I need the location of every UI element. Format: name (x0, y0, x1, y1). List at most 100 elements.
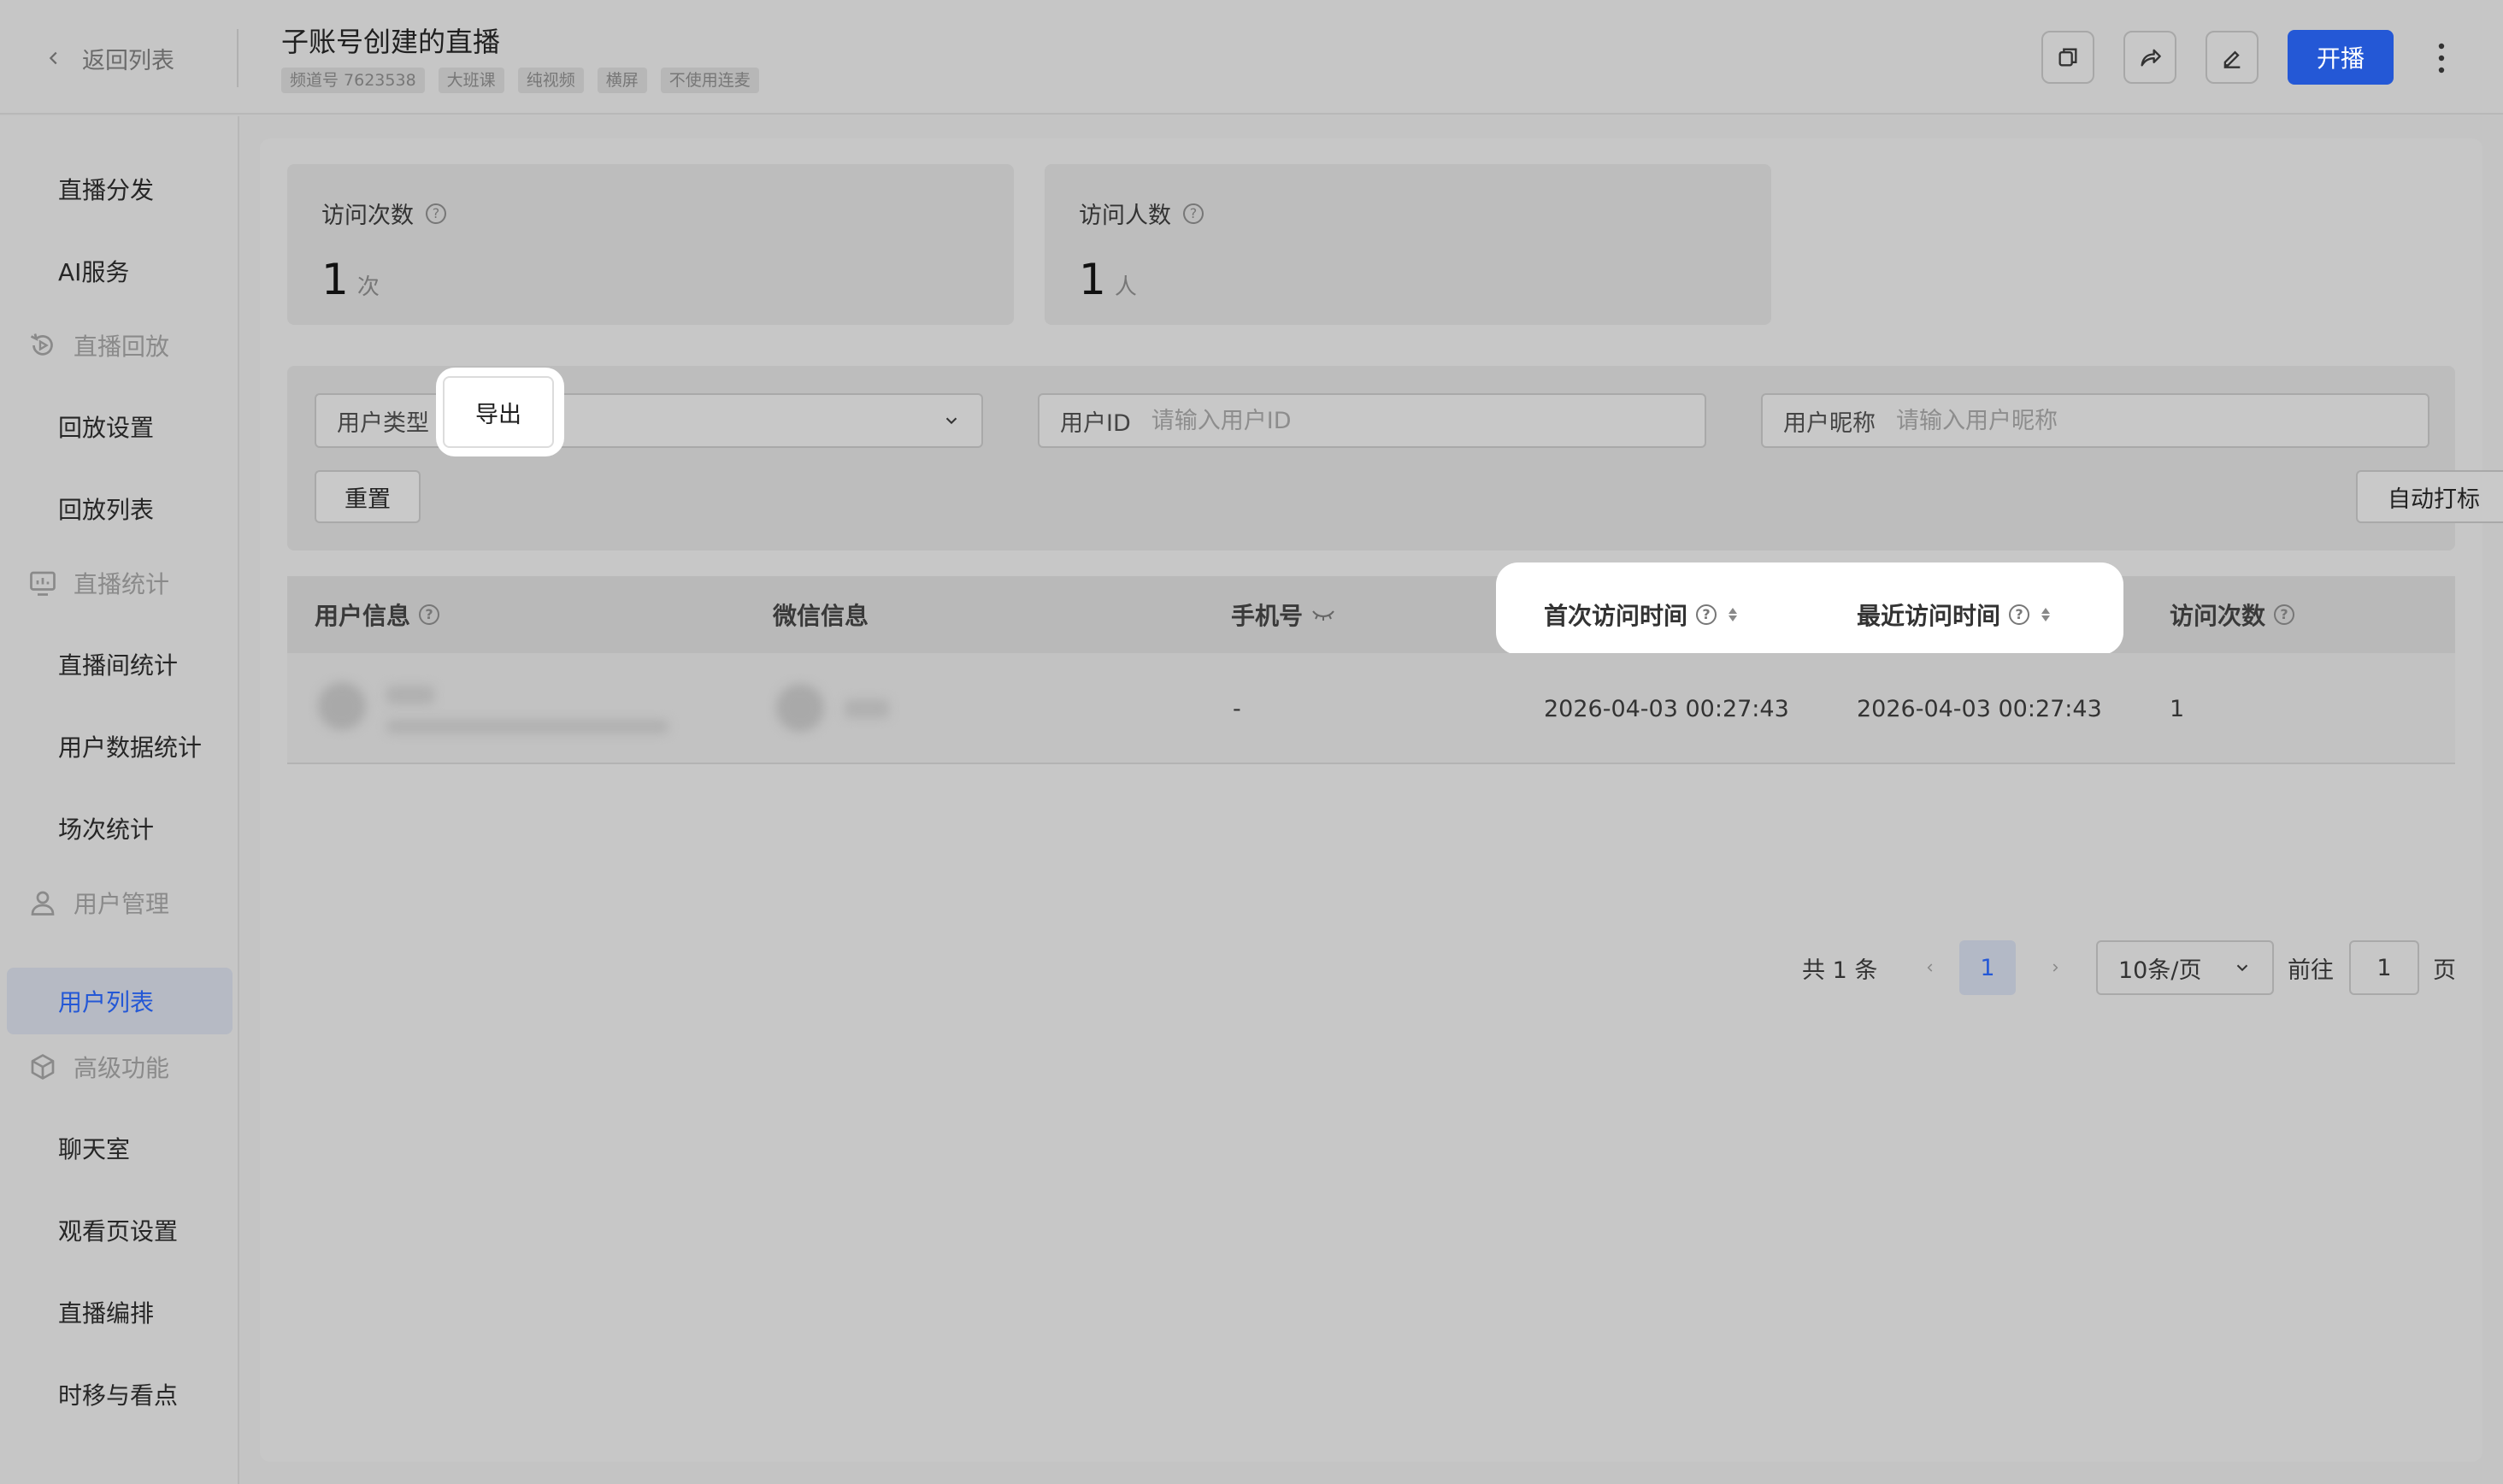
prev-page-button[interactable] (1913, 940, 1947, 995)
main-content: 访问次数 ? 1 次 访问人数 ? 1 人 用户类型 全部 (260, 138, 2503, 1462)
tag-mic-link: 不使用连麦 (660, 68, 759, 93)
edit-icon (2223, 50, 2241, 68)
auto-tag-button[interactable]: 自动打标 (2356, 470, 2503, 523)
eye-closed-icon[interactable] (1311, 608, 1335, 621)
chevron-right-icon (2052, 963, 2058, 972)
replay-icon (30, 333, 53, 356)
share-button[interactable] (2123, 31, 2176, 84)
chevron-down-icon (2236, 964, 2248, 972)
sidebar-group-replay[interactable]: 直播回放 (27, 320, 169, 371)
stat-visitors-label: 访问人数 (1079, 203, 1171, 229)
avatar (318, 682, 366, 730)
stat-value: 1 人 (1079, 255, 1137, 304)
user-id-input[interactable] (1151, 407, 1684, 434)
blurred-user-id (386, 720, 668, 733)
more-button[interactable] (2424, 34, 2459, 82)
edit-button[interactable] (2206, 31, 2259, 84)
header-divider (237, 29, 239, 87)
page-size-select[interactable]: 10条/页 (2096, 940, 2274, 995)
column-label: 访问次数 (2170, 602, 2266, 630)
chevron-left-icon (1927, 963, 1933, 972)
goto-page-input[interactable]: 1 (2349, 940, 2419, 995)
sidebar-group-statistics[interactable]: 直播统计 (27, 557, 169, 609)
user-id-field: 用户ID (1038, 393, 1706, 448)
column-label: 用户信息 (315, 602, 411, 630)
user-icon (31, 891, 55, 916)
column-visit-count: 访问次数 ? (2170, 576, 2295, 653)
help-icon[interactable]: ? (2274, 604, 2295, 625)
nickname-input[interactable] (1896, 407, 2407, 434)
chevron-left-icon (49, 51, 57, 65)
cell-first-visit: 2026-04-03 00:27:43 (1544, 695, 1789, 722)
sidebar-item-ai-service[interactable]: AI服务 (7, 238, 233, 304)
stat-visits-value: 1 (321, 255, 349, 304)
app-root: 返回列表 子账号创建的直播 频道号 7623538 大班课 纯视频 横屏 不使用… (0, 0, 2503, 1484)
sidebar-item-replay-list[interactable]: 回放列表 (7, 475, 233, 542)
stat-card-visitors: 访问人数 ? 1 人 (1045, 164, 1771, 325)
stat-value: 1 次 (321, 255, 380, 304)
help-icon[interactable]: ? (1183, 203, 1204, 224)
reset-button[interactable]: 重置 (315, 470, 421, 523)
table-row[interactable]: - 2026-04-03 00:27:43 2026-04-03 00:27:4… (287, 653, 2455, 764)
stat-visitors-unit: 人 (1114, 274, 1137, 300)
sidebar-group-user-management[interactable]: 用户管理 (27, 877, 169, 928)
blurred-wechat-name (845, 699, 889, 718)
sort-icon[interactable] (1729, 608, 1738, 621)
sidebar-item-viewer-page-settings[interactable]: 观看页设置 (7, 1197, 233, 1263)
back-to-list-link[interactable]: 返回列表 (44, 38, 174, 79)
sidebar-item-timeshift-highlights[interactable]: 时移与看点 (7, 1361, 233, 1428)
sidebar-item-replay-settings[interactable]: 回放设置 (7, 393, 233, 460)
user-type-select[interactable]: 用户类型 全部 (315, 393, 983, 448)
page-1-button[interactable]: 1 (1959, 940, 2016, 995)
stat-card-visits: 访问次数 ? 1 次 (287, 164, 1014, 325)
export-button[interactable]: 导出 (443, 376, 554, 448)
page-title: 子账号创建的直播 (281, 26, 501, 58)
sidebar-item-chatroom[interactable]: 聊天室 (7, 1115, 233, 1181)
sidebar-group-advanced[interactable]: 高级功能 (27, 1041, 169, 1092)
stat-label: 访问人数 ? (1079, 197, 1204, 230)
tag-class-type: 大班课 (438, 68, 504, 93)
tag-video-type: 纯视频 (517, 68, 584, 93)
sidebar-item-room-stats[interactable]: 直播间统计 (7, 631, 233, 698)
sort-icon[interactable] (2041, 608, 2051, 621)
start-live-button[interactable]: 开播 (2288, 30, 2394, 85)
help-icon[interactable]: ? (1696, 604, 1717, 625)
table-header (287, 576, 2455, 653)
stat-label: 访问次数 ? (321, 197, 446, 230)
next-page-button[interactable] (2038, 940, 2072, 995)
help-icon[interactable]: ? (426, 203, 446, 224)
nickname-field: 用户昵称 (1761, 393, 2429, 448)
sidebar-item-session-stats[interactable]: 场次统计 (7, 795, 233, 862)
pagination-total: 共 1 条 (1802, 957, 1878, 984)
page-size-value: 10条/页 (2118, 957, 2202, 984)
sidebar-group-label: 用户管理 (74, 890, 170, 918)
column-label: 最近访问时间 (1857, 602, 2001, 630)
sidebar-group-label: 高级功能 (74, 1054, 170, 1082)
copy-button[interactable] (2041, 31, 2094, 84)
column-last-visit[interactable]: 最近访问时间 ? (1857, 576, 2051, 653)
sidebar-item-user-list[interactable]: 用户列表 (7, 968, 233, 1034)
tag-channel-id: 频道号 7623538 (281, 68, 425, 93)
sidebar-group-label: 直播回放 (74, 333, 170, 361)
cube-icon (31, 1054, 55, 1080)
sidebar-item-live-distribution[interactable]: 直播分发 (7, 156, 233, 222)
user-id-label: 用户ID (1060, 409, 1131, 437)
column-wechat-info: 微信信息 (773, 576, 869, 653)
help-icon[interactable]: ? (419, 604, 440, 625)
cell-visit-count: 1 (2170, 695, 2185, 722)
nickname-label: 用户昵称 (1783, 409, 1876, 437)
column-phone: 手机号 (1231, 576, 1335, 653)
cell-last-visit: 2026-04-03 00:27:43 (1857, 695, 2102, 722)
column-label: 首次访问时间 (1544, 602, 1688, 630)
user-type-label: 用户类型 (337, 409, 429, 437)
sidebar-item-user-data-stats[interactable]: 用户数据统计 (7, 713, 233, 780)
more-vertical-icon (2438, 43, 2445, 74)
column-label: 手机号 (1231, 602, 1304, 630)
sidebar-item-live-arrangement[interactable]: 直播编排 (7, 1279, 233, 1346)
share-icon (2141, 49, 2161, 67)
help-icon[interactable]: ? (2009, 604, 2030, 625)
page-suffix: 页 (2433, 957, 2456, 984)
channel-tags: 频道号 7623538 大班课 纯视频 横屏 不使用连麦 (281, 68, 759, 93)
column-user-info: 用户信息 ? (315, 576, 440, 653)
column-first-visit[interactable]: 首次访问时间 ? (1544, 576, 1738, 653)
